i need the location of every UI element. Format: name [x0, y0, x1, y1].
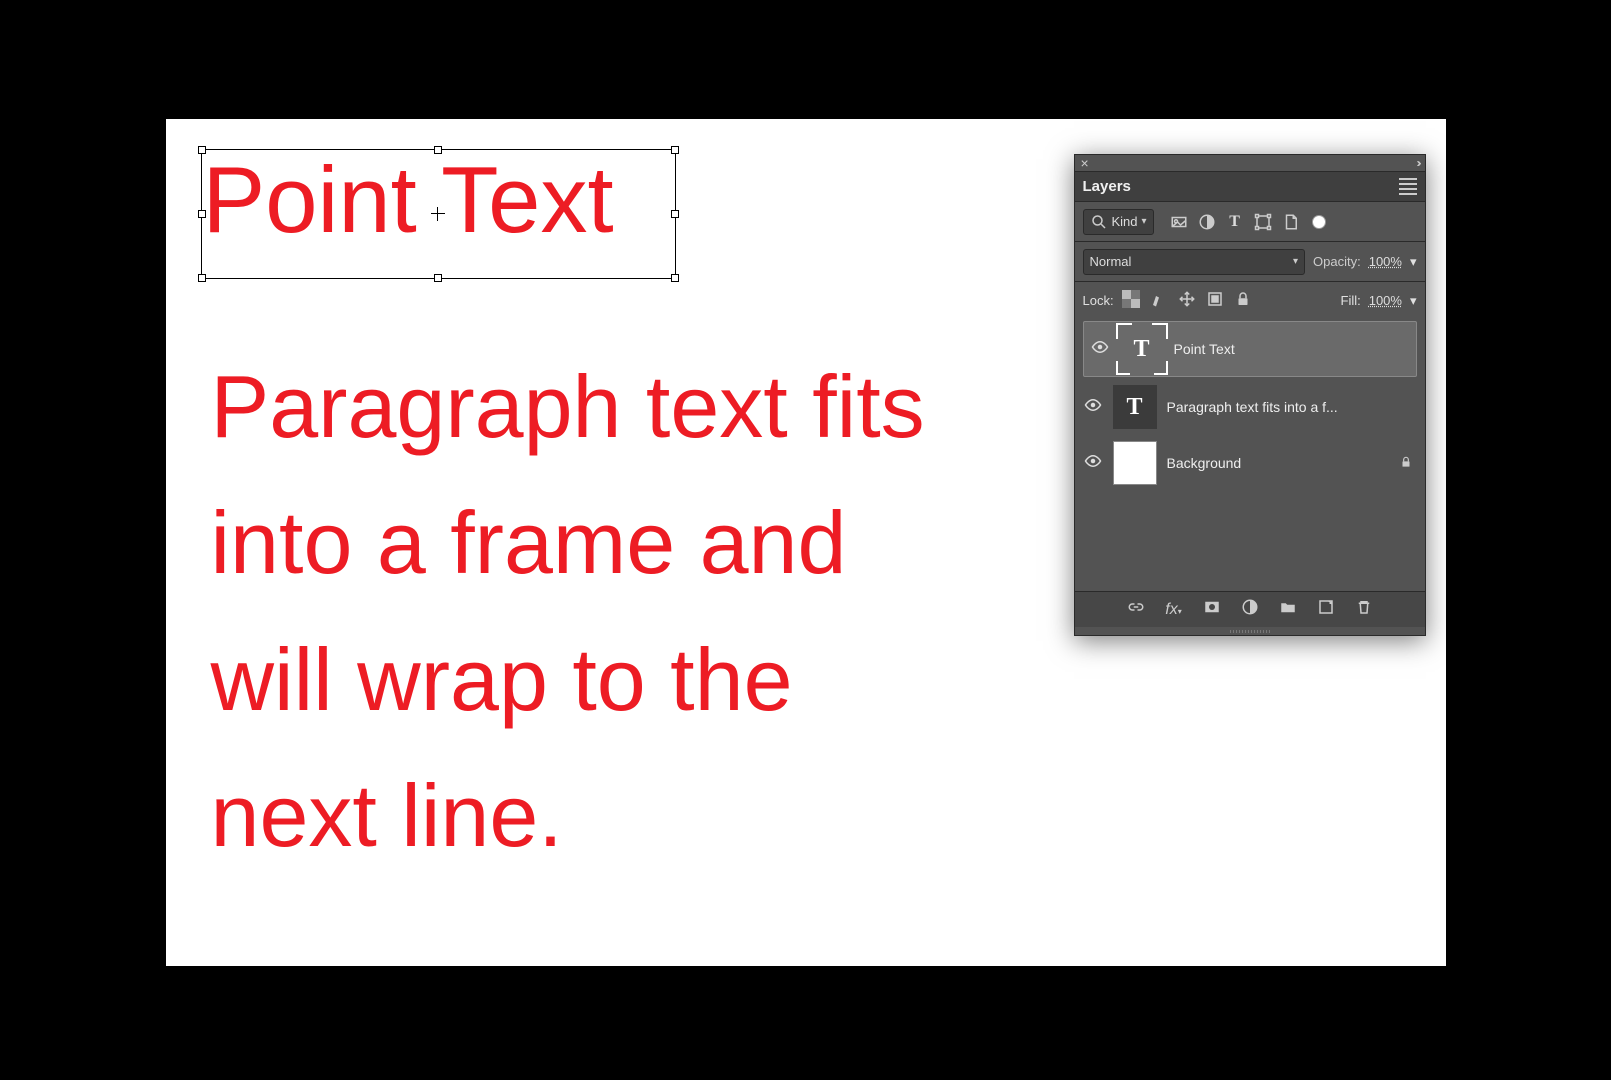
handle-top-left[interactable]: [198, 146, 206, 154]
panel-resize-grip[interactable]: [1075, 627, 1425, 635]
filter-adjustment-icon[interactable]: [1198, 213, 1216, 231]
handle-top-right[interactable]: [671, 146, 679, 154]
layer-list: T Point Text T Paragraph text fits into …: [1075, 321, 1425, 591]
handle-top-center[interactable]: [434, 146, 442, 154]
fill-label: Fill:: [1341, 293, 1361, 308]
visibility-toggle[interactable]: [1083, 452, 1103, 475]
visibility-toggle[interactable]: [1090, 338, 1110, 361]
paragraph-text-layer[interactable]: Paragraph text fits into a frame and wil…: [211, 339, 981, 885]
opacity-label: Opacity:: [1313, 254, 1361, 269]
chevron-down-icon: ▾: [1293, 256, 1298, 267]
panel-tabs: Layers: [1075, 171, 1425, 201]
anchor-point[interactable]: [431, 207, 445, 221]
visibility-toggle[interactable]: [1083, 396, 1103, 419]
filter-row: Kind ▾ T: [1075, 201, 1425, 241]
filter-color-toggle[interactable]: [1310, 213, 1328, 231]
filter-kind-label: Kind: [1112, 214, 1138, 229]
text-layer-icon: T: [1126, 394, 1142, 421]
delete-layer-icon[interactable]: [1354, 598, 1374, 621]
layer-row[interactable]: T Point Text: [1083, 321, 1417, 377]
document-canvas[interactable]: Point Text Paragraph text fits into a fr…: [166, 119, 1446, 966]
filter-shape-icon[interactable]: [1254, 213, 1272, 231]
handle-middle-left[interactable]: [198, 210, 206, 218]
filter-pixel-icon[interactable]: [1170, 213, 1188, 231]
lock-row: Lock:: [1075, 281, 1425, 319]
lock-label: Lock:: [1083, 293, 1114, 308]
panel-menu-icon[interactable]: [1399, 178, 1417, 195]
chevron-down-icon: ▾: [1142, 216, 1147, 227]
layer-effects-icon[interactable]: fx▾: [1164, 601, 1184, 619]
layer-row[interactable]: T Paragraph text fits into a f...: [1075, 379, 1425, 435]
filter-type-icon[interactable]: T: [1226, 213, 1244, 231]
layer-thumbnail[interactable]: [1113, 441, 1157, 485]
blend-row: Normal ▾ Opacity: 100% ▾: [1075, 241, 1425, 281]
layer-mask-icon[interactable]: [1202, 598, 1222, 621]
panel-footer: fx▾: [1075, 591, 1425, 627]
opacity-value[interactable]: 100%: [1369, 254, 1402, 269]
handle-middle-right[interactable]: [671, 210, 679, 218]
handle-bottom-left[interactable]: [198, 274, 206, 282]
layer-thumbnail[interactable]: T: [1113, 385, 1157, 429]
layer-row[interactable]: Background: [1075, 435, 1425, 491]
blend-mode-dropdown[interactable]: Normal ▾: [1083, 249, 1306, 275]
filter-smartobject-icon[interactable]: [1282, 213, 1300, 231]
layer-thumbnail[interactable]: T: [1120, 327, 1164, 371]
layer-name[interactable]: Paragraph text fits into a f...: [1167, 399, 1417, 415]
chevron-down-icon[interactable]: ▾: [1410, 254, 1417, 270]
text-layer-icon: T: [1133, 336, 1149, 363]
new-layer-icon[interactable]: [1316, 598, 1336, 621]
layer-name[interactable]: Point Text: [1174, 341, 1410, 357]
collapse-icon[interactable]: ››: [1417, 156, 1419, 170]
handle-bottom-right[interactable]: [671, 274, 679, 282]
blend-mode-value: Normal: [1090, 254, 1132, 269]
layer-name[interactable]: Background: [1167, 455, 1389, 471]
lock-icon[interactable]: [1399, 455, 1417, 472]
lock-artboard-icon[interactable]: [1206, 290, 1224, 311]
new-group-icon[interactable]: [1278, 598, 1298, 621]
panel-topbar[interactable]: × ››: [1075, 155, 1425, 171]
filter-kind-dropdown[interactable]: Kind ▾: [1083, 209, 1154, 235]
handle-bottom-center[interactable]: [434, 274, 442, 282]
transform-bounds[interactable]: [201, 149, 676, 279]
search-icon: [1090, 213, 1108, 231]
lock-pixels-icon[interactable]: [1150, 290, 1168, 311]
adjustment-layer-icon[interactable]: [1240, 598, 1260, 621]
lock-all-icon[interactable]: [1234, 290, 1252, 311]
layers-panel[interactable]: × ›› Layers Kind ▾: [1074, 154, 1426, 636]
point-text-layer[interactable]: Point Text: [201, 149, 676, 279]
close-icon[interactable]: ×: [1081, 156, 1089, 170]
chevron-down-icon[interactable]: ▾: [1410, 293, 1417, 309]
tab-layers[interactable]: Layers: [1083, 178, 1131, 195]
lock-transparency-icon[interactable]: [1122, 290, 1140, 311]
lock-position-icon[interactable]: [1178, 290, 1196, 311]
fill-value[interactable]: 100%: [1369, 293, 1402, 308]
link-layers-icon[interactable]: [1126, 598, 1146, 621]
